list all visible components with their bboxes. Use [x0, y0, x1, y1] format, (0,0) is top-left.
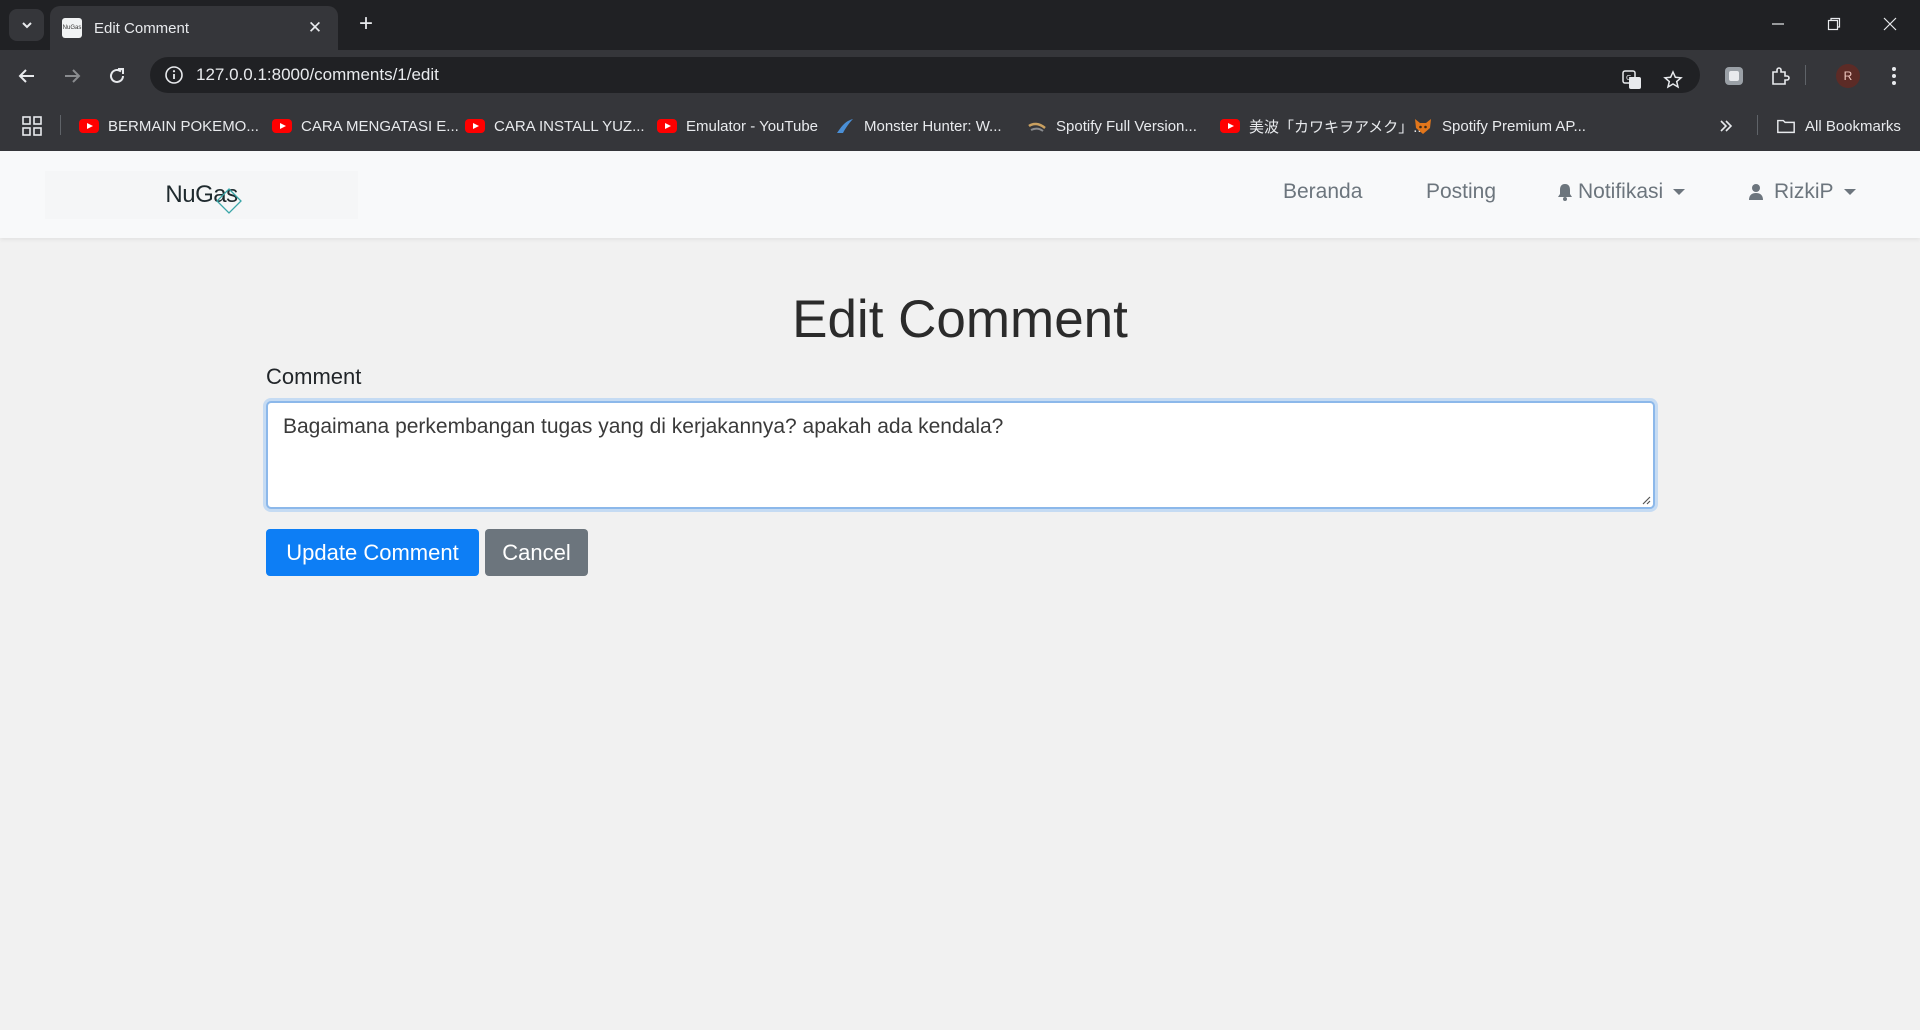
address-bar[interactable]: 127.0.0.1:8000/comments/1/edit G — [150, 57, 1700, 93]
kebab-menu-icon — [1892, 67, 1896, 85]
bookmarks-separator — [60, 115, 61, 135]
bookmark-label: CARA INSTALL YUZ... — [494, 117, 645, 135]
bookmark-item[interactable]: 美波「カワキヲアメク」... — [1220, 112, 1426, 140]
update-comment-button[interactable]: Update Comment — [266, 529, 479, 576]
nav-dropdown-notifikasi[interactable]: Notifikasi — [1556, 180, 1686, 204]
extension-app-icon — [1725, 67, 1743, 85]
star-icon — [1663, 70, 1683, 89]
reload-icon — [110, 68, 124, 83]
apps-grid-icon[interactable] — [20, 114, 44, 138]
caret-down-icon — [1673, 189, 1686, 195]
site-navbar: NuGas Beranda Posting Notifikasi RizkiP — [0, 151, 1920, 238]
youtube-icon — [1220, 119, 1240, 133]
nav-link-posting-label: Posting — [1426, 180, 1497, 203]
profile-avatar: R — [1836, 64, 1860, 88]
bookmarks-separator — [1757, 115, 1758, 135]
youtube-icon — [79, 119, 99, 133]
nav-link-posting[interactable]: Posting — [1426, 180, 1496, 204]
extensions-menu-button[interactable] — [1764, 60, 1796, 92]
double-chevron-right-icon — [1720, 120, 1733, 132]
bookmark-item[interactable]: Spotify Full Version... — [1027, 112, 1197, 140]
logo-diamond-icon — [216, 188, 242, 214]
folder-icon — [1776, 117, 1796, 135]
tab-search-button[interactable] — [9, 9, 44, 41]
bookmark-label: Spotify Premium AP... — [1442, 117, 1586, 135]
toolbar-separator — [1805, 65, 1806, 85]
nav-notifikasi-label: Notifikasi — [1578, 180, 1664, 203]
nav-dropdown-user[interactable]: RizkiP — [1748, 180, 1856, 204]
bookmark-label: Monster Hunter: W... — [864, 117, 1002, 135]
site-info-icon[interactable] — [164, 65, 184, 85]
bookmark-label: 美波「カワキヲアメク」... — [1249, 118, 1426, 136]
tab-favicon: NuGas — [62, 18, 82, 38]
close-icon — [1883, 17, 1897, 31]
url-text: 127.0.0.1:8000/comments/1/edit — [196, 65, 439, 84]
brand-logo[interactable]: NuGas — [45, 171, 358, 219]
browser-chrome: NuGas Edit Comment ✕ + 127.0.0.1:8000/co… — [0, 0, 1920, 151]
restore-icon — [1827, 17, 1841, 31]
chevron-down-icon — [21, 22, 32, 29]
favicon-text: NuGas — [62, 25, 82, 31]
youtube-icon — [657, 119, 677, 133]
page-title: Edit Comment — [792, 290, 1128, 349]
minimize-icon — [1772, 23, 1784, 25]
puzzle-icon — [1772, 67, 1790, 85]
tab-title: Edit Comment — [94, 19, 190, 37]
nav-user-label: RizkiP — [1774, 180, 1834, 203]
tab-edit-comment[interactable]: NuGas Edit Comment ✕ — [50, 6, 338, 50]
bookmark-item[interactable]: CARA MENGATASI E... — [272, 112, 459, 140]
forward-button[interactable] — [57, 61, 87, 91]
user-icon — [1749, 184, 1763, 200]
monster-hunter-icon — [835, 117, 855, 135]
bookmark-label: BERMAIN POKEMO... — [108, 117, 259, 135]
bookmark-label: Emulator - YouTube — [686, 117, 819, 135]
tab-strip: NuGas Edit Comment ✕ + — [0, 0, 1920, 50]
reload-button[interactable] — [102, 61, 132, 91]
fox-icon — [1413, 117, 1433, 135]
translate-icon: G — [1622, 70, 1641, 89]
nav-link-beranda[interactable]: Beranda — [1283, 180, 1362, 204]
bell-icon — [1558, 184, 1572, 201]
resize-grip-icon[interactable] — [1641, 495, 1651, 505]
bookmark-label: CARA MENGATASI E... — [301, 117, 459, 135]
profile-button[interactable]: R — [1832, 60, 1864, 92]
nav-link-beranda-label: Beranda — [1283, 180, 1363, 203]
translate-button[interactable]: G — [1617, 65, 1647, 95]
close-window-button[interactable] — [1862, 0, 1918, 48]
minimize-button[interactable] — [1750, 0, 1806, 48]
browser-menu-button[interactable] — [1878, 60, 1910, 92]
bookmark-item[interactable]: BERMAIN POKEMO... — [79, 112, 259, 140]
arrow-right-icon — [65, 69, 81, 83]
comment-label: Comment — [266, 364, 362, 389]
cancel-button[interactable]: Cancel — [485, 529, 588, 576]
browser-toolbar: 127.0.0.1:8000/comments/1/edit G R — [0, 50, 1920, 100]
caret-down-icon — [1843, 189, 1856, 195]
bookmark-star-button[interactable] — [1658, 65, 1688, 95]
svg-text:G: G — [1626, 74, 1631, 82]
bookmark-item[interactable]: Monster Hunter: W... — [835, 112, 1002, 140]
comment-textarea[interactable]: Bagaimana perkembangan tugas yang di ker… — [266, 401, 1655, 509]
spotify-site-icon — [1027, 117, 1047, 135]
extension-button[interactable] — [1718, 60, 1750, 92]
restore-button[interactable] — [1806, 0, 1862, 48]
all-bookmarks-label: All Bookmarks — [1805, 117, 1901, 135]
bookmark-label: Spotify Full Version... — [1056, 117, 1197, 135]
bookmark-item[interactable]: Emulator - YouTube — [657, 112, 818, 140]
bookmark-item[interactable]: Spotify Premium AP... — [1413, 112, 1586, 140]
arrow-left-icon — [18, 69, 34, 83]
more-bookmarks-button[interactable] — [1718, 112, 1734, 140]
back-button[interactable] — [12, 61, 42, 91]
all-bookmarks-button[interactable]: All Bookmarks — [1776, 112, 1901, 140]
bookmarks-bar: BERMAIN POKEMO... CARA MENGATASI E... CA… — [0, 100, 1920, 151]
new-tab-button[interactable]: + — [352, 10, 380, 38]
youtube-icon — [465, 119, 485, 133]
youtube-icon — [272, 119, 292, 133]
bookmark-item[interactable]: CARA INSTALL YUZ... — [465, 112, 645, 140]
tab-close-icon[interactable]: ✕ — [304, 18, 326, 38]
